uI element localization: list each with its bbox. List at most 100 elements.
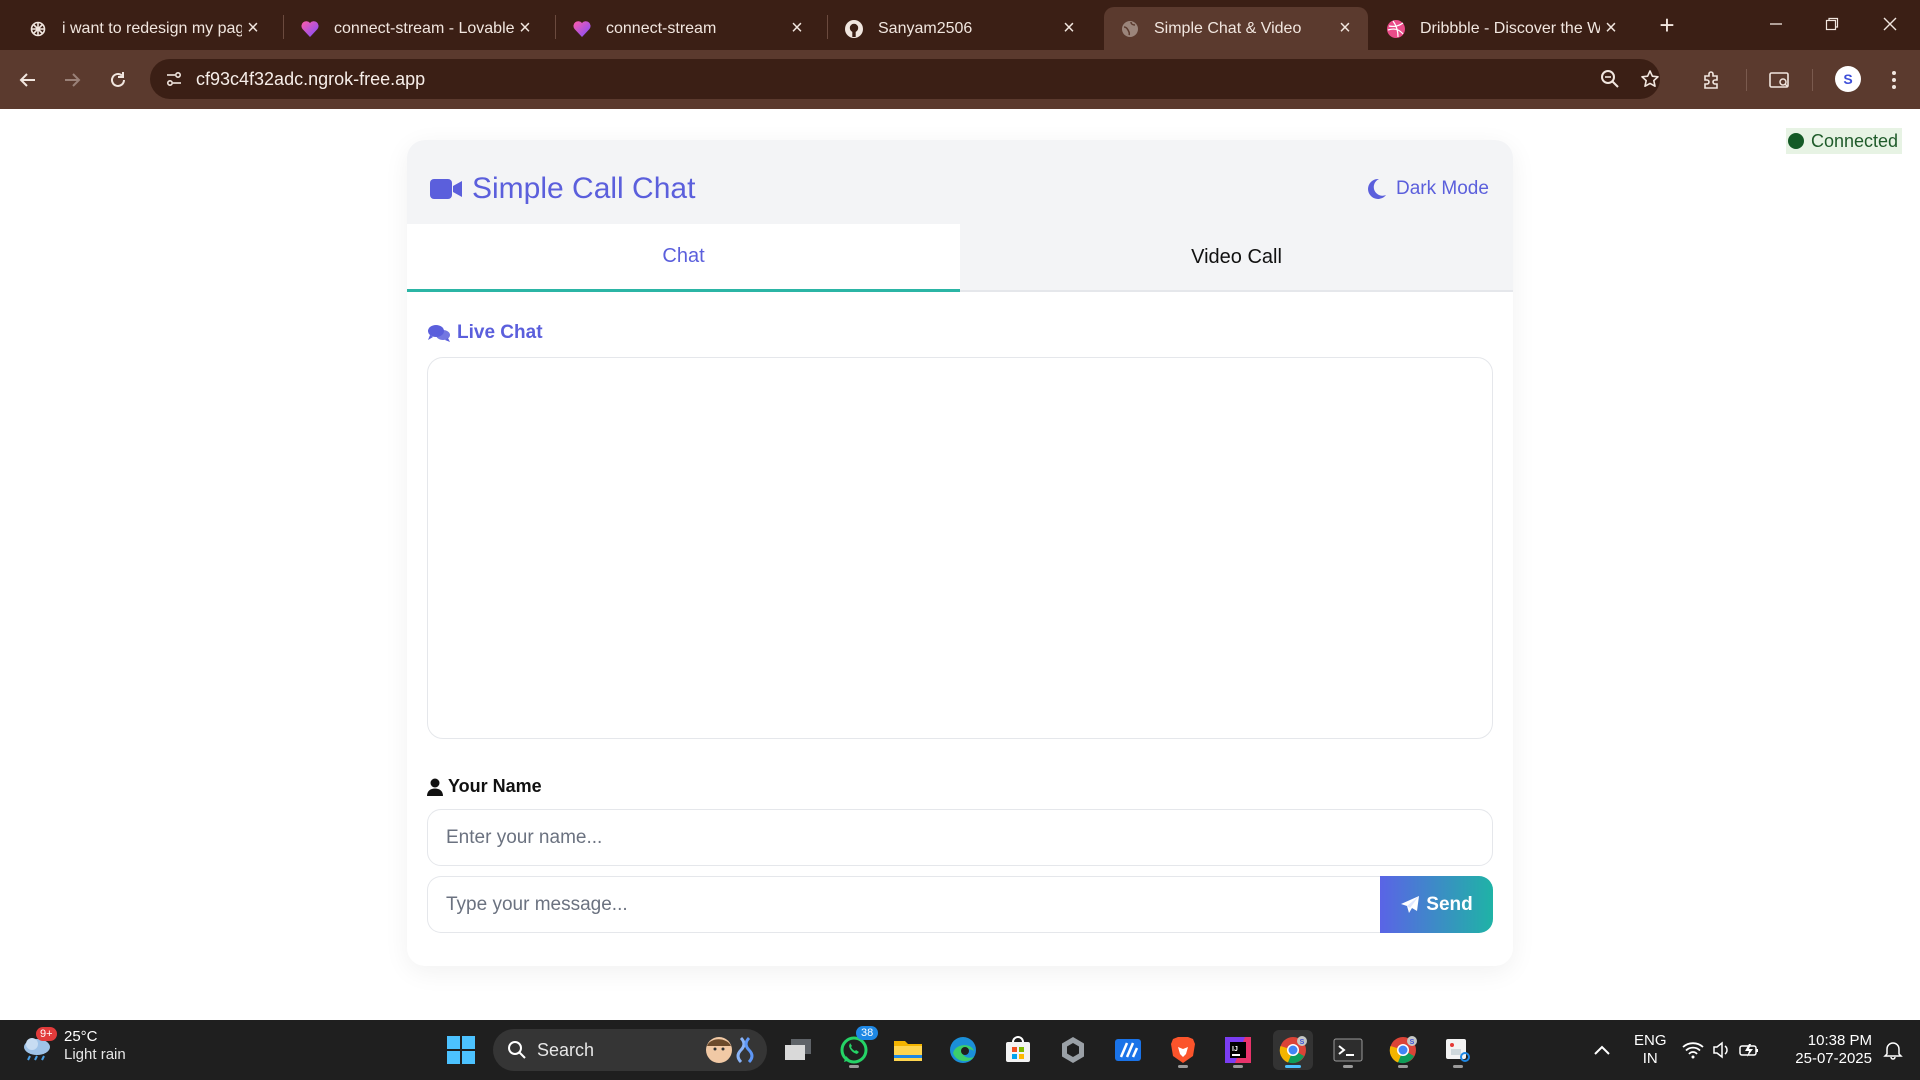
- code-editor-icon[interactable]: [1108, 1030, 1148, 1070]
- close-icon[interactable]: ×: [1334, 17, 1356, 40]
- close-icon[interactable]: ×: [786, 17, 808, 40]
- brave-browser-icon[interactable]: [1163, 1030, 1203, 1070]
- clock-date: 25-07-2025: [1795, 1050, 1872, 1067]
- weather-badge: 9+: [36, 1027, 57, 1041]
- task-view-icon[interactable]: [778, 1030, 818, 1070]
- running-indicator: [1398, 1065, 1408, 1068]
- notifications-icon[interactable]: [1876, 1030, 1910, 1070]
- tab-video-call[interactable]: Video Call: [960, 224, 1513, 290]
- reload-button[interactable]: [102, 64, 134, 96]
- running-indicator: [1178, 1065, 1188, 1068]
- weather-widget[interactable]: 9+ 25°C Light rain: [20, 1027, 126, 1064]
- tab-chat[interactable]: Chat: [407, 224, 960, 292]
- system-tray-quick-settings[interactable]: [1676, 1030, 1766, 1070]
- svg-text:S: S: [1410, 1039, 1415, 1046]
- chat-card: Simple Call Chat Dark Mode Chat Video Ca…: [407, 140, 1513, 966]
- tray-overflow-chevron-icon[interactable]: [1582, 1030, 1622, 1070]
- side-panel-search-icon[interactable]: [1764, 64, 1796, 96]
- browser-toolbar: cf93c4f32adc.ngrok-free.app: [0, 50, 1920, 109]
- close-icon[interactable]: ×: [242, 17, 264, 40]
- svg-text:S: S: [1300, 1039, 1305, 1046]
- name-label-text: Your Name: [448, 776, 542, 796]
- close-window-button[interactable]: [1870, 8, 1910, 40]
- video-camera-icon: [430, 179, 462, 199]
- forward-button[interactable]: [56, 64, 88, 96]
- browser-tab-3[interactable]: connect-stream ×: [556, 7, 820, 50]
- language-line-1: ENG: [1634, 1032, 1667, 1049]
- chrome-profile-1-icon[interactable]: S: [1273, 1030, 1313, 1070]
- running-indicator: [1233, 1065, 1243, 1068]
- status-dot-icon: [1788, 133, 1804, 149]
- toolbar-separator: [1812, 69, 1813, 91]
- more-menu-icon[interactable]: [1878, 64, 1910, 96]
- tab-title: i want to redesign my page: [62, 19, 242, 37]
- tab-title: Simple Chat & Video: [1154, 19, 1302, 37]
- url-text: cf93c4f32adc.ngrok-free.app: [196, 69, 426, 89]
- tab-title: Sanyam2506: [878, 19, 973, 37]
- status-text: Connected: [1811, 130, 1899, 151]
- extensions-icon[interactable]: [1696, 64, 1728, 96]
- unity-hub-icon[interactable]: [1053, 1030, 1093, 1070]
- jetbrains-icon[interactable]: IJ: [1218, 1030, 1258, 1070]
- edge-browser-icon[interactable]: [943, 1030, 983, 1070]
- github-icon: [844, 19, 864, 39]
- weather-condition: Light rain: [64, 1046, 126, 1063]
- chat-messages-area[interactable]: [427, 357, 1493, 739]
- svg-text:IJ: IJ: [1232, 1046, 1238, 1053]
- wifi-icon: [1682, 1042, 1704, 1059]
- back-button[interactable]: [12, 64, 44, 96]
- connection-status-badge: Connected: [1786, 128, 1903, 154]
- browser-tab-4[interactable]: Sanyam2506 ×: [828, 7, 1092, 50]
- restore-button[interactable]: [1812, 8, 1852, 40]
- live-chat-label: Live Chat: [457, 322, 543, 343]
- new-tab-button[interactable]: +: [1652, 10, 1682, 40]
- lovable-heart-icon: [572, 19, 592, 39]
- browser-tab-2[interactable]: connect-stream - Lovable ×: [284, 7, 548, 50]
- search-label: Search: [537, 1039, 595, 1060]
- moon-icon: [1368, 178, 1386, 199]
- live-chat-heading: Live Chat: [427, 322, 543, 344]
- snipping-tool-icon[interactable]: [1438, 1030, 1478, 1070]
- running-indicator: [1453, 1065, 1463, 1068]
- windows-start-button[interactable]: [441, 1030, 481, 1070]
- search-icon: [508, 1041, 526, 1059]
- browser-tab-5-active[interactable]: Simple Chat & Video ×: [1104, 7, 1368, 50]
- browser-tab-1[interactable]: i want to redesign my page ×: [12, 7, 276, 50]
- terminal-icon[interactable]: [1328, 1030, 1368, 1070]
- system-clock[interactable]: 10:38 PM 25-07-2025: [1786, 1032, 1872, 1068]
- running-indicator: [1285, 1065, 1301, 1068]
- language-line-2: IN: [1642, 1050, 1658, 1067]
- openai-icon: [28, 19, 48, 39]
- address-bar[interactable]: cf93c4f32adc.ngrok-free.app: [150, 59, 1660, 99]
- close-icon[interactable]: ×: [1600, 17, 1622, 40]
- whatsapp-badge: 38: [856, 1026, 879, 1040]
- user-icon: [427, 778, 443, 796]
- globe-icon: [1120, 19, 1140, 39]
- close-icon[interactable]: ×: [1058, 17, 1080, 40]
- dark-mode-toggle[interactable]: Dark Mode: [1367, 178, 1489, 200]
- minimize-button[interactable]: [1756, 8, 1796, 40]
- close-icon[interactable]: ×: [514, 17, 536, 40]
- paper-plane-icon: [1401, 895, 1420, 913]
- input-language-indicator[interactable]: ENG IN: [1634, 1032, 1667, 1068]
- bookmark-star-icon[interactable]: [1638, 67, 1662, 91]
- tab-title: connect-stream: [606, 19, 717, 37]
- running-indicator: [849, 1065, 859, 1068]
- message-input[interactable]: [427, 876, 1383, 933]
- microsoft-store-icon[interactable]: [998, 1030, 1038, 1070]
- send-label: Send: [1426, 893, 1473, 915]
- file-explorer-icon[interactable]: [888, 1030, 928, 1070]
- taskbar-search[interactable]: Search: [493, 1029, 767, 1071]
- profile-avatar[interactable]: S: [1835, 66, 1861, 92]
- running-indicator: [1343, 1065, 1353, 1068]
- app-title-text: Simple Call Chat: [472, 172, 696, 205]
- zoom-icon[interactable]: [1598, 67, 1622, 91]
- send-button[interactable]: Send: [1380, 876, 1493, 933]
- site-info-icon[interactable]: [162, 67, 186, 91]
- browser-tab-6[interactable]: Dribbble - Discover the World's Top Desi…: [1370, 7, 1634, 50]
- name-input[interactable]: [427, 809, 1493, 866]
- whatsapp-icon[interactable]: 38: [834, 1026, 879, 1070]
- dribbble-icon: [1386, 19, 1406, 39]
- chrome-profile-2-icon[interactable]: S: [1383, 1030, 1423, 1070]
- tab-bar: Chat Video Call: [407, 224, 1513, 292]
